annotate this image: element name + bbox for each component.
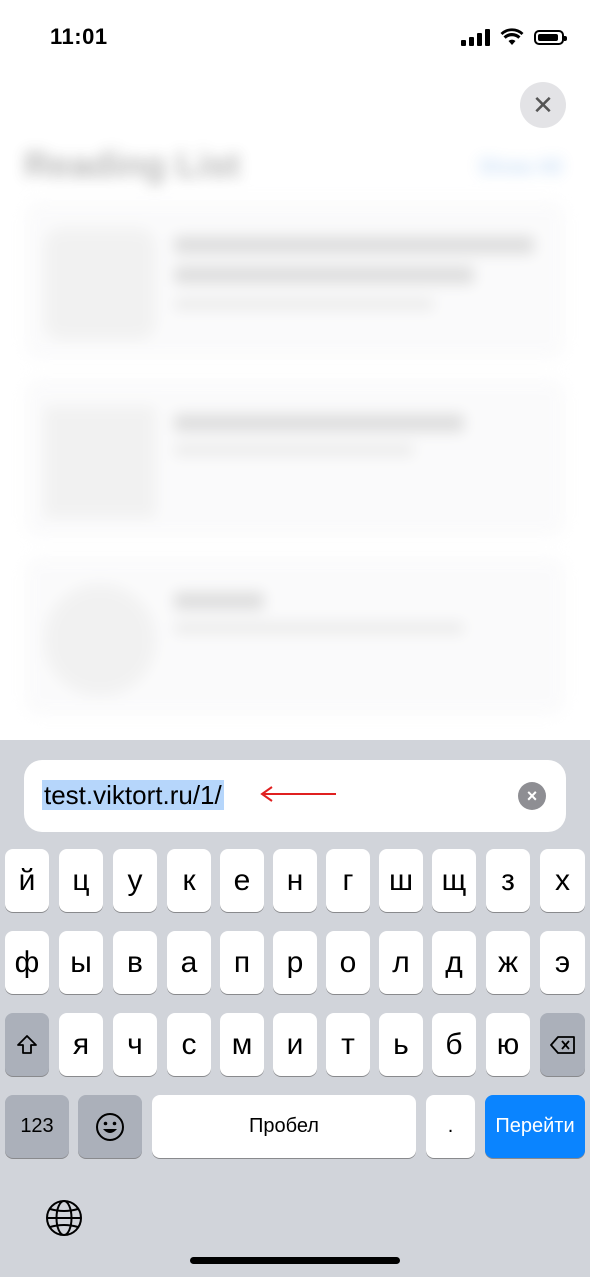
numbers-key[interactable]: 123 — [5, 1095, 69, 1158]
keyboard-row-2: ф ы в а п р о л д ж э — [0, 931, 590, 995]
reading-list-item — [24, 556, 566, 716]
item-thumbnail — [44, 406, 156, 518]
item-thumbnail — [44, 584, 156, 696]
item-thumbnail — [44, 228, 156, 340]
address-field[interactable]: test.viktort.ru/1/ × — [24, 760, 566, 832]
key-letter[interactable]: ф — [5, 931, 49, 994]
url-text[interactable]: test.viktort.ru/1/ — [42, 780, 224, 810]
key-letter[interactable]: ш — [379, 849, 423, 912]
key-letter[interactable]: ю — [486, 1013, 530, 1076]
space-key[interactable]: Пробел — [152, 1095, 416, 1158]
emoji-key[interactable] — [78, 1095, 142, 1158]
go-key[interactable]: Перейти — [485, 1095, 585, 1158]
key-letter[interactable]: с — [167, 1013, 211, 1076]
key-letter[interactable]: е — [220, 849, 264, 912]
clear-icon: × — [526, 785, 538, 806]
key-letter[interactable]: з — [486, 849, 530, 912]
key-letter[interactable]: я — [59, 1013, 103, 1076]
key-letter[interactable]: о — [326, 931, 370, 994]
key-letter[interactable]: т — [326, 1013, 370, 1076]
shift-key[interactable] — [5, 1013, 49, 1076]
key-letter[interactable]: щ — [432, 849, 476, 912]
key-letter[interactable]: р — [273, 931, 317, 994]
key-letter[interactable]: й — [5, 849, 49, 912]
battery-icon — [534, 29, 567, 45]
key-letter[interactable]: ц — [59, 849, 103, 912]
globe-icon[interactable] — [44, 1198, 84, 1238]
red-arrow-annotation-icon — [260, 786, 336, 802]
reading-list-background: Reading List Show All — [0, 120, 590, 740]
key-letter[interactable]: ж — [486, 931, 530, 994]
emoji-icon — [96, 1112, 124, 1141]
key-letter[interactable]: л — [379, 931, 423, 994]
key-letter[interactable]: м — [220, 1013, 264, 1076]
key-letter[interactable]: д — [432, 931, 476, 994]
backspace-key[interactable] — [540, 1013, 585, 1076]
clear-text-button[interactable]: × — [518, 782, 546, 810]
status-bar: 11:01 — [0, 0, 590, 76]
period-key[interactable]: . — [426, 1095, 475, 1158]
keyboard-row-4: 123 Пробел . Перейти — [0, 1095, 590, 1159]
shift-icon — [17, 1034, 37, 1054]
key-letter[interactable]: и — [273, 1013, 317, 1076]
key-letter[interactable]: в — [113, 931, 157, 994]
address-panel: test.viktort.ru/1/ × — [0, 740, 590, 1277]
key-letter[interactable]: а — [167, 931, 211, 994]
key-letter[interactable]: г — [326, 849, 370, 912]
cellular-signal-icon — [461, 28, 490, 46]
wifi-icon — [500, 28, 524, 45]
key-letter[interactable]: б — [432, 1013, 476, 1076]
status-icons — [461, 28, 567, 46]
key-letter[interactable]: ы — [59, 931, 103, 994]
keyboard-row-3: я ч с м и т ь б ю — [0, 1013, 590, 1077]
backspace-icon — [549, 1035, 575, 1054]
key-letter[interactable]: э — [540, 931, 585, 994]
status-time: 11:01 — [50, 24, 108, 49]
show-all-link: Show All — [477, 154, 562, 179]
key-letter[interactable]: ч — [113, 1013, 157, 1076]
reading-list-title: Reading List — [24, 144, 241, 185]
close-icon: ✕ — [532, 89, 554, 120]
key-letter[interactable]: ь — [379, 1013, 423, 1076]
key-letter[interactable]: х — [540, 849, 585, 912]
key-letter[interactable]: н — [273, 849, 317, 912]
reading-list-item — [24, 200, 566, 360]
key-letter[interactable]: п — [220, 931, 264, 994]
key-letter[interactable]: у — [113, 849, 157, 912]
key-letter[interactable]: к — [167, 849, 211, 912]
keyboard-row-1: й ц у к е н г ш щ з х — [0, 849, 590, 913]
home-indicator — [190, 1257, 400, 1264]
reading-list-item — [24, 378, 566, 538]
